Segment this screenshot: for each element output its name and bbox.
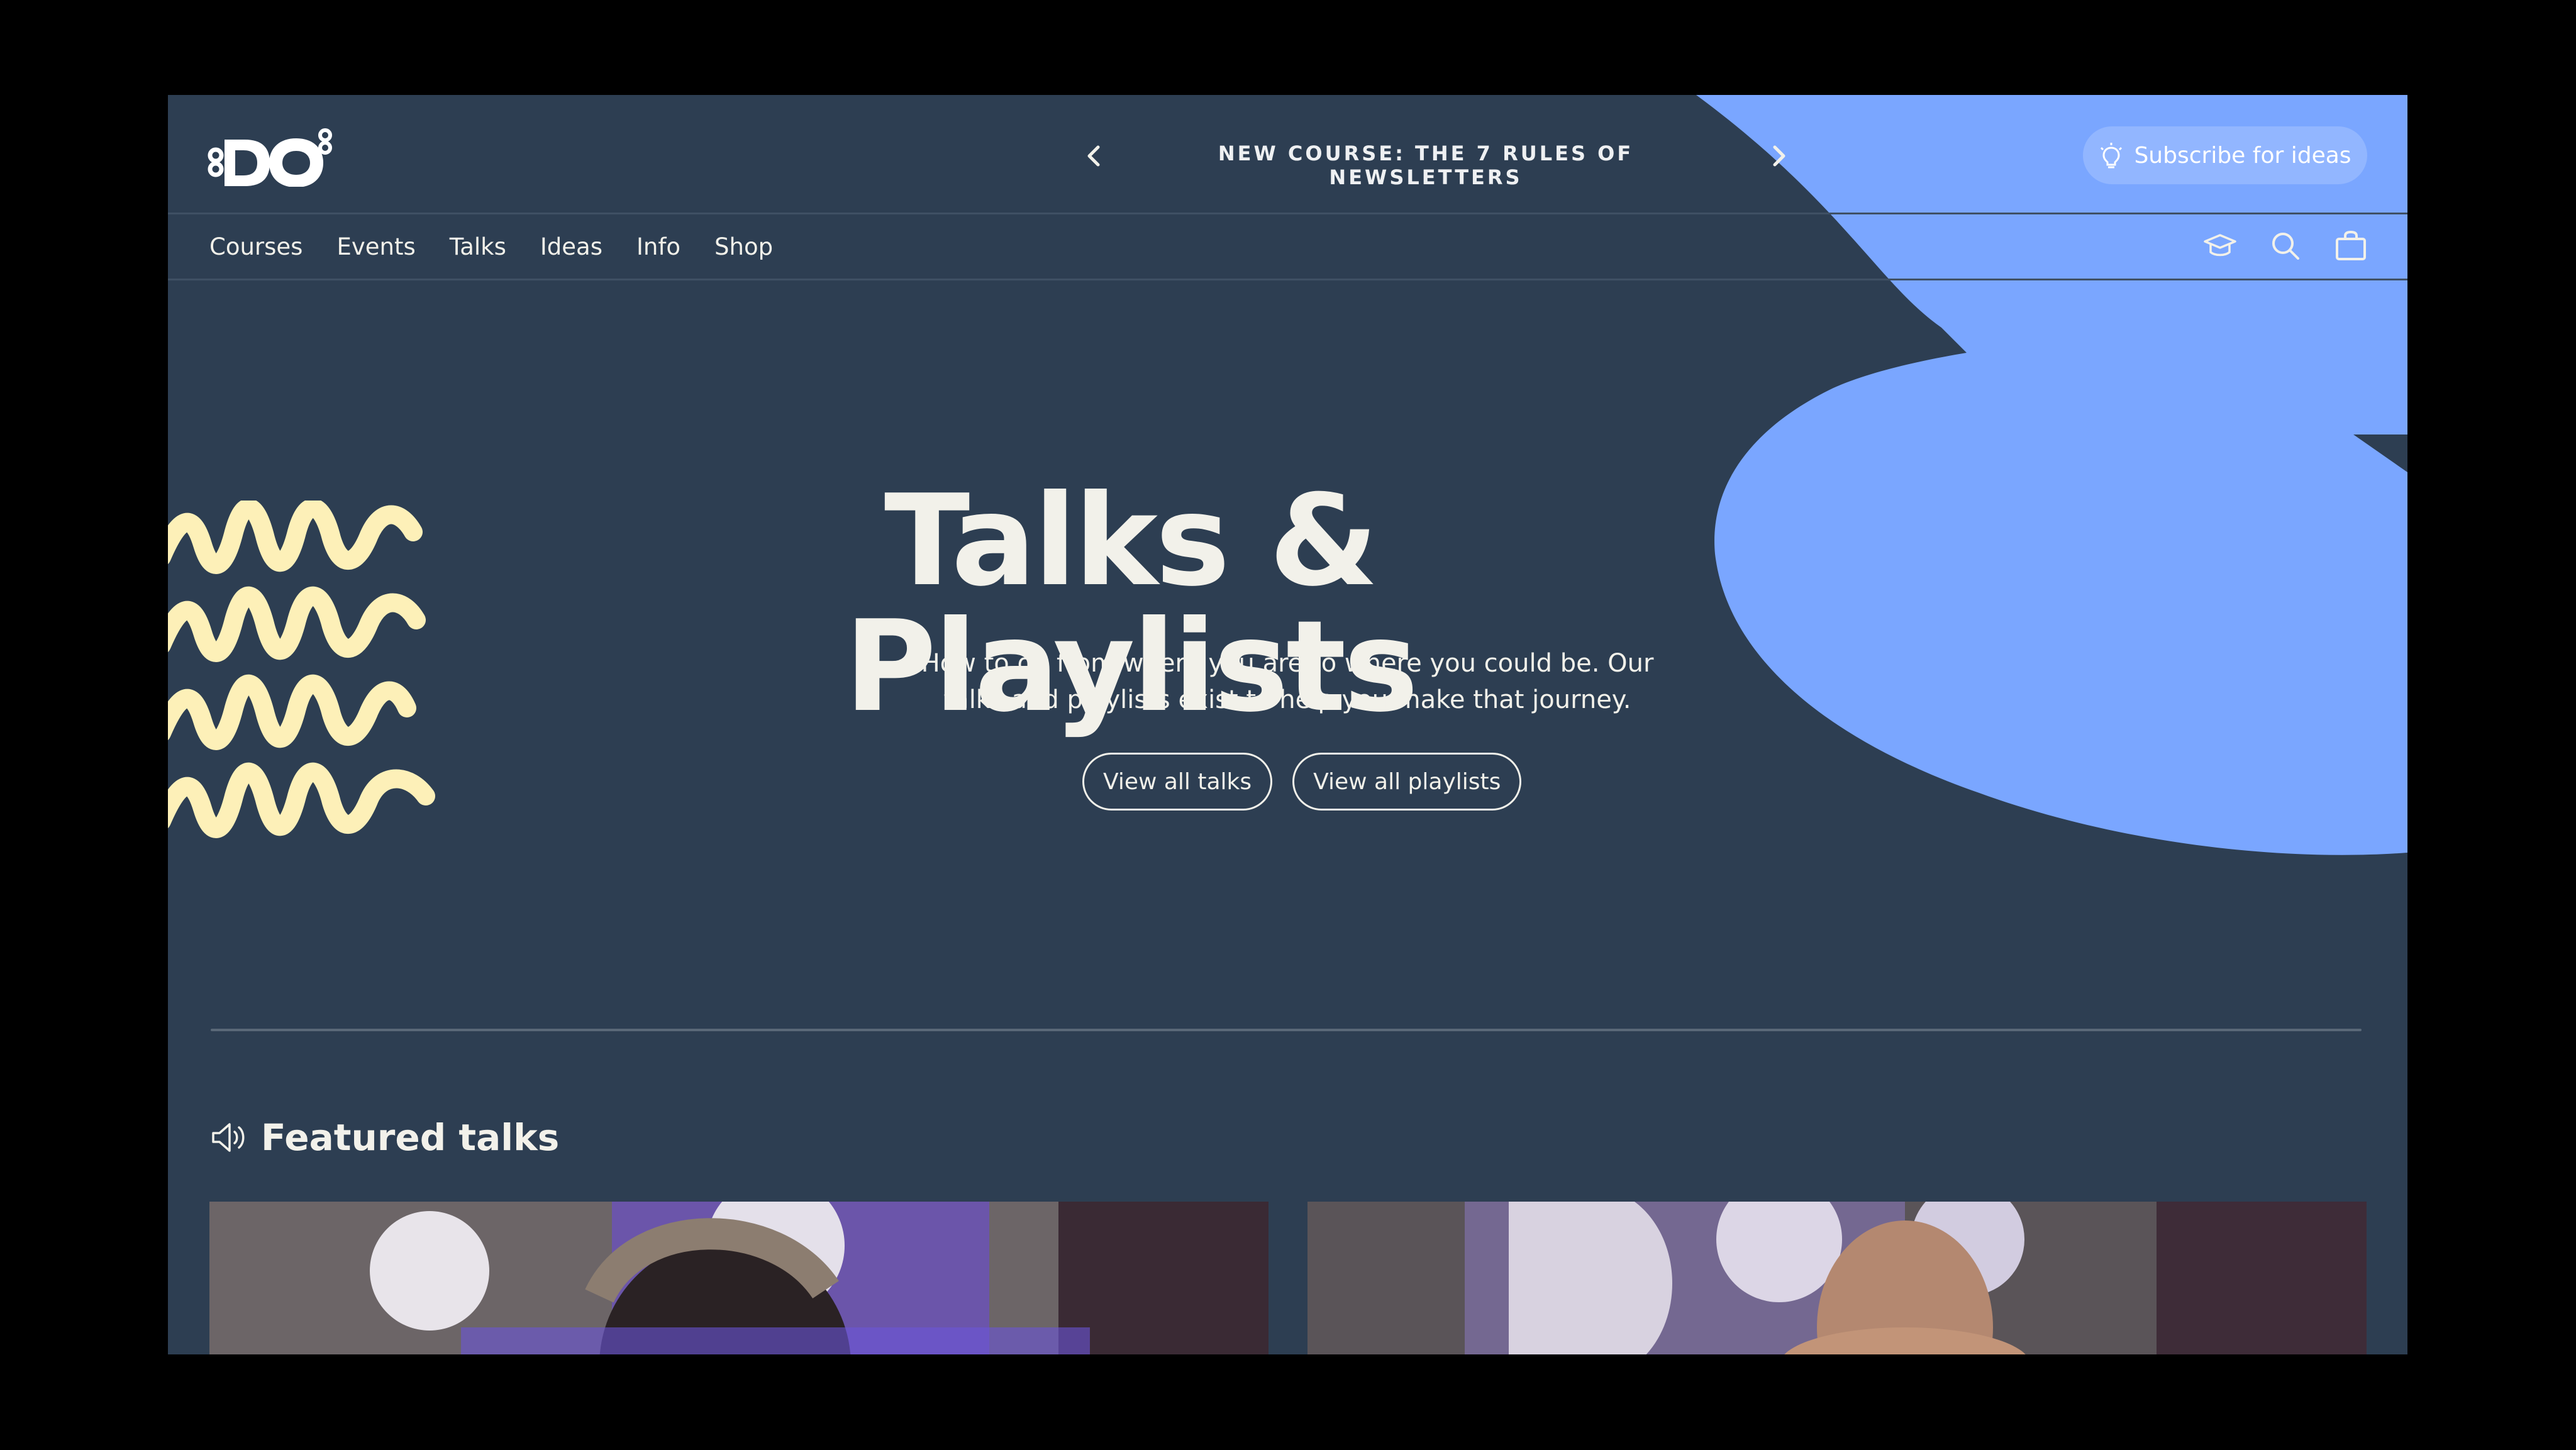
nav-item-talks[interactable]: Talks — [450, 233, 506, 260]
hero-buttons: View all talks View all playlists — [1082, 753, 1522, 811]
subscribe-button[interactable]: Subscribe for ideas — [2083, 126, 2367, 184]
graduation-cap-icon[interactable] — [2201, 227, 2239, 265]
featured-talk-thumbnail[interactable] — [1307, 1202, 2367, 1354]
nav-item-info[interactable]: Info — [636, 233, 680, 260]
featured-talk-thumbnail[interactable] — [209, 1202, 1269, 1354]
browser-page: NEW COURSE: THE 7 RULES OF NEWSLETTERS S… — [168, 95, 2407, 1354]
section-divider — [211, 1029, 2362, 1031]
do-logo[interactable] — [207, 124, 333, 187]
nav-item-events[interactable]: Events — [336, 233, 415, 260]
announcement-bar: NEW COURSE: THE 7 RULES OF NEWSLETTERS S… — [168, 95, 2407, 214]
chevron-right-icon[interactable] — [1757, 134, 1801, 178]
main-nav: Courses Events Talks Ideas Info Shop — [168, 214, 2407, 280]
nav-item-courses[interactable]: Courses — [209, 233, 303, 260]
announcement-carousel: NEW COURSE: THE 7 RULES OF NEWSLETTERS — [916, 134, 1822, 189]
hero-subtitle: How to go from where you are to where yo… — [916, 645, 1658, 718]
search-icon[interactable] — [2267, 227, 2304, 265]
speaker-icon — [212, 1123, 245, 1152]
nav-item-ideas[interactable]: Ideas — [540, 233, 602, 260]
view-all-talks-button[interactable]: View all talks — [1082, 753, 1273, 811]
view-all-playlists-button[interactable]: View all playlists — [1292, 753, 1522, 811]
hero-subtitle-line-2: talks and playlists exist to help you ma… — [943, 685, 1631, 714]
featured-talks-title: Featured talks — [261, 1116, 560, 1159]
nav-item-shop[interactable]: Shop — [714, 233, 773, 260]
chevron-left-icon[interactable] — [1072, 134, 1116, 178]
decorative-squiggle — [168, 501, 435, 838]
shopping-bag-icon[interactable] — [2332, 227, 2370, 265]
lightbulb-icon — [2101, 143, 2123, 169]
subscribe-label: Subscribe for ideas — [2134, 142, 2351, 169]
featured-talks-heading: Featured talks — [209, 1116, 559, 1159]
hero-subtitle-line-1: How to go from where you are to where yo… — [921, 649, 1654, 678]
announcement-text[interactable]: NEW COURSE: THE 7 RULES OF NEWSLETTERS — [1124, 141, 1728, 189]
